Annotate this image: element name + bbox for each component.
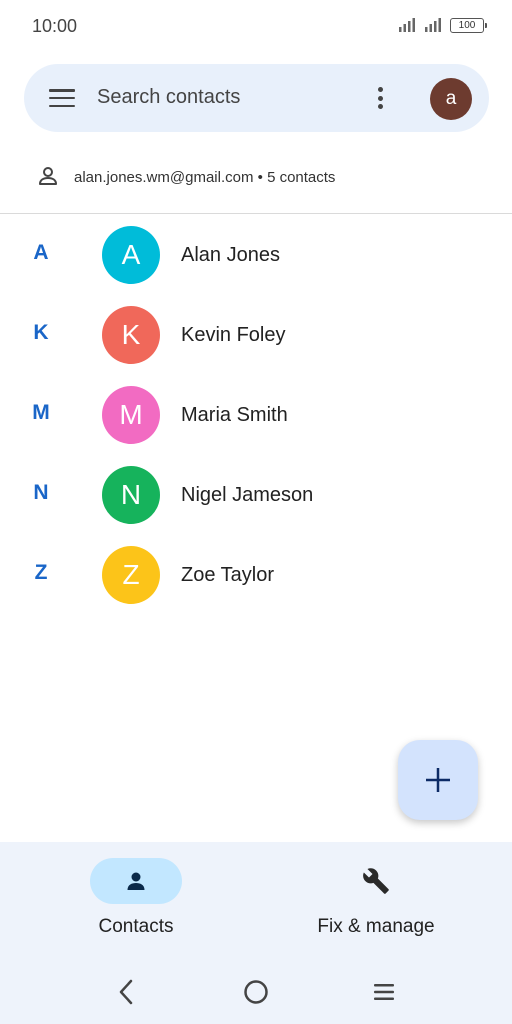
contact-avatar: M	[102, 386, 160, 444]
contact-initial: K	[121, 319, 141, 350]
contact-row[interactable]: K K Kevin Foley	[0, 296, 512, 376]
contact-avatar: K	[102, 306, 160, 364]
battery-level: 100	[458, 19, 476, 31]
section-letter: A	[33, 241, 49, 264]
section-letter: M	[32, 401, 50, 424]
contact-row[interactable]: M M Maria Smith	[0, 376, 512, 456]
more-options-icon[interactable]	[370, 84, 390, 112]
nav-label-contacts: Contacts	[98, 916, 174, 937]
contact-initial: Z	[122, 559, 140, 590]
signal-icon	[399, 18, 415, 32]
section-letter: N	[33, 481, 49, 504]
wrench-icon	[363, 868, 389, 894]
nav-tab-contacts[interactable]: Contacts	[46, 858, 226, 948]
divider	[0, 213, 512, 214]
contact-name: Maria Smith	[181, 404, 288, 426]
contact-avatar: N	[102, 466, 160, 524]
status-icons: 100	[398, 17, 487, 33]
person-outline-icon	[39, 167, 57, 185]
contact-name: Nigel Jameson	[181, 484, 314, 506]
contact-name: Alan Jones	[181, 244, 280, 266]
contact-row[interactable]: N N Nigel Jameson	[0, 456, 512, 536]
contact-avatar: Z	[102, 546, 160, 604]
signal-icon	[425, 18, 441, 32]
contact-row[interactable]: Z Z Zoe Taylor	[0, 536, 512, 616]
recents-button[interactable]	[368, 976, 400, 1008]
add-contact-button[interactable]	[398, 740, 478, 820]
contact-count: 5 contacts	[267, 169, 336, 186]
account-avatar[interactable]: a	[430, 78, 472, 120]
section-letter: Z	[34, 561, 48, 584]
home-button[interactable]	[240, 976, 272, 1008]
battery-icon: 100	[450, 17, 487, 33]
nav-pill-active	[90, 858, 182, 904]
plus-icon	[426, 768, 450, 792]
account-row[interactable]: alan.jones.wm@gmail.com • 5 contacts	[0, 152, 512, 204]
account-email: alan.jones.wm@gmail.com	[74, 169, 254, 186]
contact-avatar: A	[102, 226, 160, 284]
menu-icon[interactable]	[48, 86, 76, 110]
back-button[interactable]	[111, 976, 143, 1008]
nav-tab-fix-manage[interactable]: Fix & manage	[286, 858, 466, 948]
nav-pill	[330, 858, 422, 904]
home-circle-icon	[244, 980, 268, 1004]
search-input[interactable]: Search contacts	[97, 86, 240, 109]
person-icon	[127, 872, 145, 890]
search-bar[interactable]: Search contacts a	[24, 64, 489, 132]
contact-initial: A	[121, 239, 141, 270]
contact-name: Kevin Foley	[181, 324, 286, 346]
back-chevron-icon	[119, 979, 133, 1005]
avatar-letter: a	[445, 88, 457, 109]
contact-list: A A Alan Jones K K Kevin Foley M M Maria…	[0, 216, 512, 616]
contact-name: Zoe Taylor	[181, 564, 275, 586]
recents-menu-icon	[374, 984, 394, 1000]
contact-row[interactable]: A A Alan Jones	[0, 216, 512, 296]
nav-label-fix-manage: Fix & manage	[317, 916, 435, 937]
account-separator: •	[253, 169, 268, 186]
contact-initial: N	[120, 479, 142, 510]
account-summary: alan.jones.wm@gmail.com • 5 contacts	[74, 169, 335, 186]
bottom-nav: Contacts Fix & manage	[0, 842, 512, 1024]
status-bar: 10:00 100	[0, 0, 512, 52]
status-time: 10:00	[32, 16, 78, 36]
contact-initial: M	[119, 399, 143, 430]
system-nav-bar	[0, 972, 512, 1012]
section-letter: K	[33, 321, 49, 344]
